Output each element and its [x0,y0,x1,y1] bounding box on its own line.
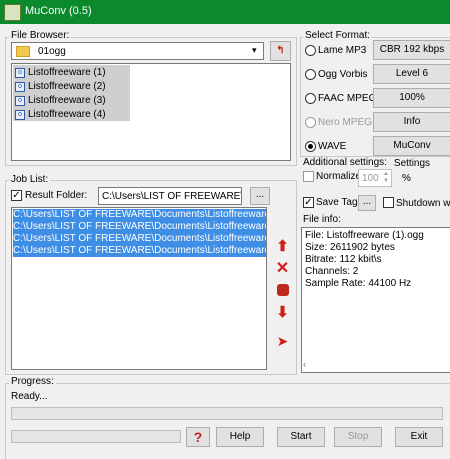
job-list-label: Job List: [9,174,51,185]
file-info-panel: File: Listoffreeware (1).ogg Size: 26119… [301,227,450,373]
ogg-vorbis-settings-button[interactable]: Level 6 [373,64,450,84]
start-button[interactable]: Start [277,427,325,447]
list-item[interactable]: C:\Users\LIST OF FREEWARE\Documents\List… [13,233,266,245]
nero-info-button[interactable]: Info [373,112,450,132]
select-format-label: Select Format: [303,30,373,41]
job-list[interactable]: C:\Users\LIST OF FREEWARE\Documents\List… [11,207,267,370]
file-info-line: Bitrate: 112 kbit\s [305,254,382,265]
format-radio-wave[interactable] [305,141,316,152]
result-folder-input[interactable]: C:\Users\LIST OF FREEWARE\Docum [98,187,242,205]
format-radio-ogg-vorbis[interactable] [305,69,316,80]
shutdown-label: Shutdown whe [396,198,450,209]
file-info-line: Sample Rate: 44100 Hz [305,278,412,289]
stop-button[interactable]: Stop [334,427,382,447]
tags-settings-button[interactable]: ... [358,195,376,211]
percent-sign: % [402,173,411,184]
file-name: Listoffreeware (2) [28,81,106,92]
additional-settings-label: Additional settings: [303,157,387,168]
shutdown-checkbox[interactable] [383,197,394,208]
file-list[interactable]: o Listoffreeware (1) o Listoffreeware (2… [11,63,291,161]
folder-name: 01ogg [38,46,66,57]
result-folder-label: Result Folder: [25,190,88,201]
help-icon-button[interactable]: ? [186,427,210,447]
chevron-down-icon: ▾ [252,45,257,55]
spinner-arrows-icon: ▲ ▼ [383,171,389,184]
progress-bar-file [11,430,181,443]
move-down-icon[interactable]: ⬇ [274,304,291,321]
move-up-icon[interactable]: ⬆ [274,238,291,255]
lame-mp3-settings-button[interactable]: CBR 192 kbps [373,40,450,60]
format-label-lame-mp3: Lame MP3 [318,45,367,56]
status-text: Ready... [11,391,48,402]
up-folder-button[interactable]: ↰ [270,41,291,61]
ogg-file-icon: o [15,68,25,78]
title-bar: MuConv (0.5) [0,0,450,24]
scroll-left-icon[interactable]: ‹ [303,359,306,369]
send-icon[interactable]: ➤ [274,333,291,350]
normalize-value: 100 [362,173,379,184]
normalize-input[interactable]: 100 ▲ ▼ [358,169,392,187]
format-radio-faac-mpeg4[interactable] [305,93,316,104]
app-icon [4,4,21,21]
help-button[interactable]: Help [216,427,264,447]
format-label-wave: WAVE [318,141,347,152]
file-info-label: File info: [303,214,341,225]
normalize-checkbox[interactable] [303,171,314,182]
format-label-ogg-vorbis: Ogg Vorbis [318,69,368,80]
up-arrow-icon: ↰ [276,45,285,56]
file-info-line: Size: 2611902 bytes [305,242,395,253]
file-info-line: File: Listoffreeware (1).ogg [305,230,424,241]
ogg-file-icon: o [15,96,25,106]
exit-button[interactable]: Exit [395,427,443,447]
format-radio-lame-mp3[interactable] [305,45,316,56]
faac-settings-button[interactable]: 100% [373,88,450,108]
ogg-file-icon: o [15,110,25,120]
ogg-file-icon: o [15,82,25,92]
browse-result-folder-button[interactable]: ... [250,187,270,205]
file-name: Listoffreeware (4) [28,109,106,120]
muconv-settings-button[interactable]: MuConv Settings [373,136,450,169]
format-radio-nero-mpeg4[interactable] [305,117,316,128]
question-mark-icon: ? [193,429,203,445]
save-tags-checkbox[interactable]: ✓ [303,197,314,208]
list-item[interactable]: C:\Users\LIST OF FREEWARE\Documents\List… [13,209,266,221]
folder-icon [16,46,30,57]
file-info-line: Channels: 2 [305,266,359,277]
save-tags-label: Save Tags [316,197,363,208]
progress-bar-overall [11,407,443,420]
file-browser-label: File Browser: [9,30,72,41]
file-name: Listoffreeware (1) [28,67,106,78]
result-folder-value: C:\Users\LIST OF FREEWARE\Docum [102,191,241,202]
result-folder-checkbox[interactable]: ✓ [11,190,22,201]
progress-label: Progress: [9,376,56,387]
list-item[interactable]: C:\Users\LIST OF FREEWARE\Documents\List… [13,221,266,233]
file-name: Listoffreeware (3) [28,95,106,106]
list-item[interactable]: C:\Users\LIST OF FREEWARE\Documents\List… [13,245,266,257]
normalize-label: Normalize: [316,171,364,182]
format-label-nero-mpeg4: Nero MPEG-4 [318,117,381,128]
window-title: MuConv (0.5) [25,5,92,17]
clear-icon[interactable] [274,282,291,299]
folder-select[interactable]: 01ogg ▾ [11,42,264,60]
progress-group [5,383,450,459]
remove-icon[interactable]: ✕ [274,260,291,277]
